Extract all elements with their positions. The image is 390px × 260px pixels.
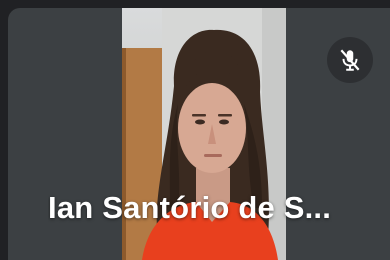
mic-off-icon [340,49,360,71]
participant-name: Ian Santório de S... [48,190,332,225]
mic-off-indicator [327,37,373,83]
participant-tile[interactable]: Ian Santório de S... [8,8,390,260]
